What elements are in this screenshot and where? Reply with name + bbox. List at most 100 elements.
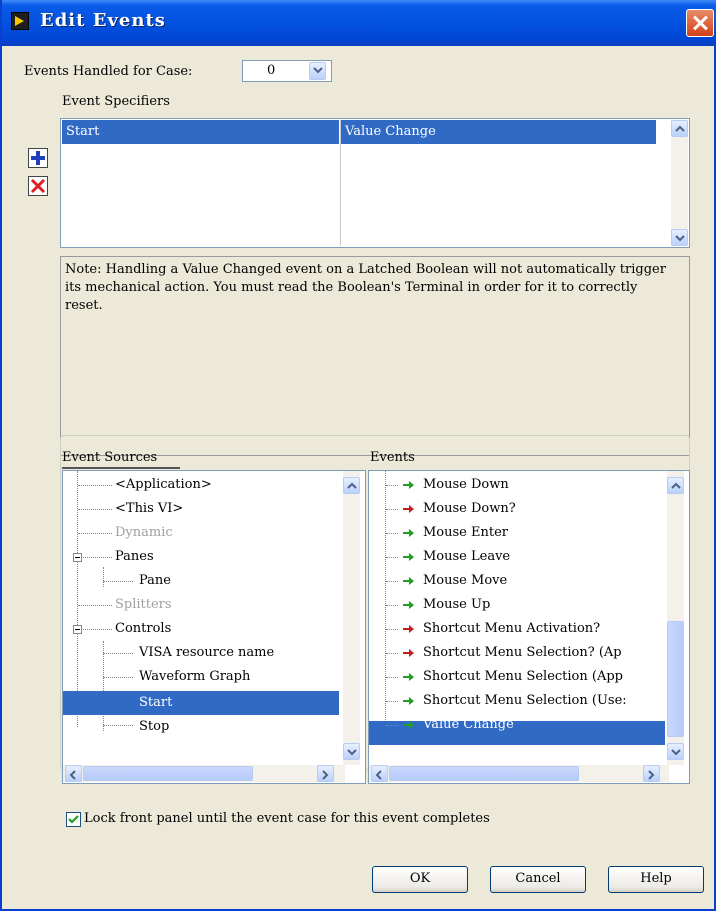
specifier-event-cell[interactable]: Value Change — [341, 120, 656, 144]
tree-line — [103, 641, 104, 731]
note-text: Note: Handling a Value Changed event on … — [65, 262, 666, 313]
source-waveform-graph[interactable]: Waveform Graph — [139, 665, 250, 689]
tree-line — [78, 485, 112, 486]
event-item-label: Shortcut Menu Selection (Use: — [423, 693, 627, 708]
collapse-icon[interactable] — [73, 625, 82, 634]
event-item-label: Mouse Enter — [423, 525, 509, 540]
lock-front-panel-label: Lock front panel until the event case fo… — [84, 811, 490, 826]
tree-line — [386, 653, 398, 654]
close-button[interactable] — [686, 9, 714, 37]
events-vscroll[interactable] — [667, 471, 684, 765]
tree-line — [386, 581, 398, 582]
scroll-up-icon[interactable] — [671, 120, 688, 137]
add-specifier-button[interactable] — [28, 148, 48, 168]
checkmark-icon — [68, 815, 79, 824]
tree-line — [386, 701, 398, 702]
source-stop[interactable]: Stop — [139, 715, 169, 739]
tree-line — [386, 725, 398, 726]
event-item-label: Mouse Down — [423, 477, 509, 492]
tree-line — [103, 581, 133, 582]
event-specifiers-heading: Event Specifiers — [62, 94, 170, 109]
case-select[interactable]: 0 — [242, 60, 332, 82]
lock-front-panel-checkbox[interactable] — [66, 812, 81, 827]
sources-hscroll-thumb[interactable] — [83, 766, 253, 781]
source-panes[interactable]: Panes — [115, 545, 154, 569]
source-pane[interactable]: Pane — [139, 569, 171, 593]
event-item-label: Shortcut Menu Selection? (Ap — [423, 645, 622, 660]
scroll-up-icon[interactable] — [667, 477, 684, 494]
source-controls[interactable]: Controls — [115, 617, 171, 641]
event-sources-heading: Event Sources — [62, 450, 158, 465]
event-item-label: Mouse Down? — [423, 501, 516, 516]
events-hscroll-thumb[interactable] — [389, 766, 579, 781]
source-start[interactable]: Start — [139, 691, 172, 715]
edit-events-dialog: Edit Events Events Handled for Case: 0 E… — [0, 0, 716, 911]
scroll-left-icon[interactable] — [65, 765, 82, 782]
event-item-label: Value Change — [423, 717, 514, 732]
tree-line — [83, 557, 112, 558]
events-hscroll[interactable] — [369, 765, 669, 782]
notify-event-arrow-icon — [403, 481, 414, 489]
remove-specifier-button[interactable] — [28, 176, 48, 196]
notify-event-arrow-icon — [403, 697, 414, 705]
events-heading: Events — [370, 450, 415, 465]
tree-line — [103, 677, 133, 678]
collapse-icon[interactable] — [73, 553, 82, 562]
x-icon — [30, 178, 46, 194]
sources-heading-underline — [62, 467, 180, 469]
event-specifiers-list[interactable]: Start Value Change — [60, 118, 690, 248]
tree-line — [386, 629, 398, 630]
tree-line — [103, 725, 133, 726]
tree-line — [385, 471, 386, 736]
event-item-label: Mouse Move — [423, 573, 508, 588]
help-button[interactable]: Help — [608, 866, 704, 893]
cancel-button[interactable]: Cancel — [490, 866, 586, 893]
scroll-down-icon[interactable] — [343, 743, 360, 760]
scroll-down-icon[interactable] — [671, 229, 688, 246]
tree-line — [386, 533, 398, 534]
tree-line — [78, 533, 112, 534]
tree-line — [78, 509, 112, 510]
tree-line — [103, 653, 133, 654]
events-list[interactable]: Mouse Down Mouse Down? Mouse Enter Mouse Le… — [368, 470, 690, 784]
plus-icon — [31, 151, 45, 165]
source-this-vi[interactable]: <This VI> — [115, 497, 183, 521]
specifiers-scrollbar[interactable] — [671, 120, 688, 246]
events-vscroll-thumb[interactable] — [667, 621, 684, 737]
tree-line — [386, 605, 398, 606]
source-application[interactable]: <Application> — [115, 473, 212, 497]
labview-app-icon — [11, 12, 29, 30]
tree-line — [103, 567, 104, 587]
specifier-source-cell[interactable]: Start — [62, 120, 339, 144]
filter-event-arrow-icon — [403, 649, 414, 657]
notify-event-arrow-icon — [403, 601, 414, 609]
notify-event-arrow-icon — [403, 721, 414, 729]
sources-vscroll[interactable] — [343, 471, 360, 765]
tree-line — [386, 485, 398, 486]
scroll-right-icon[interactable] — [317, 765, 334, 782]
scroll-left-icon[interactable] — [371, 765, 388, 782]
source-dynamic[interactable]: Dynamic — [115, 521, 173, 545]
case-select-value: 0 — [267, 63, 276, 78]
sources-hscroll[interactable] — [63, 765, 345, 782]
scroll-right-icon[interactable] — [643, 765, 660, 782]
event-item-label: Mouse Leave — [423, 549, 511, 564]
event-item-label: Shortcut Menu Selection (App — [423, 669, 623, 684]
notify-event-arrow-icon — [403, 673, 414, 681]
ok-button[interactable]: OK — [372, 866, 468, 893]
source-splitters[interactable]: Splitters — [115, 593, 172, 617]
event-sources-tree[interactable]: <Application> <This VI> Dynamic Panes Pa… — [62, 470, 366, 784]
column-divider — [340, 120, 341, 246]
tree-line — [83, 629, 112, 630]
scroll-up-icon[interactable] — [343, 477, 360, 494]
notify-event-arrow-icon — [403, 577, 414, 585]
chevron-down-icon[interactable] — [309, 62, 326, 80]
source-visa-resource-name[interactable]: VISA resource name — [139, 641, 274, 665]
event-item-label: Mouse Up — [423, 597, 491, 612]
notify-event-arrow-icon — [403, 553, 414, 561]
tree-line — [386, 677, 398, 678]
title-bar[interactable]: Edit Events — [2, 0, 716, 46]
events-handled-label: Events Handled for Case: — [24, 64, 193, 79]
scroll-down-icon[interactable] — [667, 743, 684, 760]
event-item-label: Shortcut Menu Activation? — [423, 621, 601, 636]
